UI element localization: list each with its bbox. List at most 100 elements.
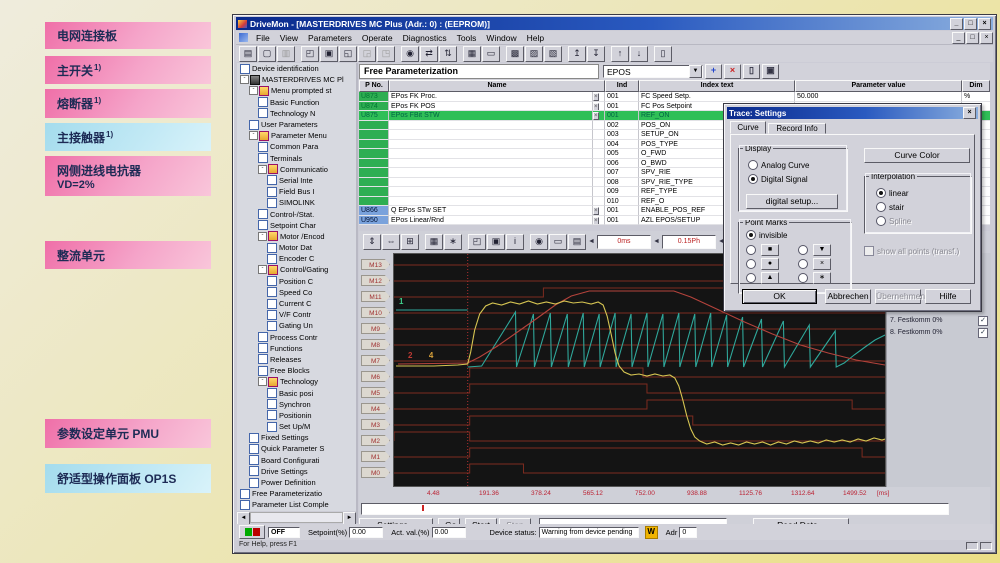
tree-item-label[interactable]: SIMOLINK	[279, 198, 315, 207]
tree-item-label[interactable]: Communicatio	[280, 165, 328, 174]
menu-item-parameters[interactable]: Parameters	[303, 33, 357, 43]
channel-tag-m3[interactable]: M3	[361, 419, 390, 430]
new-icon[interactable]: ▤	[239, 46, 257, 62]
legend-checkbox[interactable]: ✓	[978, 316, 988, 326]
page-icon[interactable]	[267, 388, 277, 398]
name-expand-cell[interactable]	[593, 197, 605, 207]
child-minimize-button[interactable]: _	[952, 32, 965, 44]
radio-mark-cross[interactable]: ×	[798, 258, 831, 270]
page-icon[interactable]	[258, 153, 268, 163]
page-icon[interactable]	[258, 366, 268, 376]
ind-cell[interactable]: 004	[605, 140, 639, 150]
toolbar-separator[interactable]	[606, 47, 610, 61]
panel-icon[interactable]: ▭	[482, 46, 500, 62]
page-icon[interactable]	[267, 287, 277, 297]
ind-cell[interactable]: 001	[605, 92, 639, 102]
name-expand-cell[interactable]: ×	[593, 216, 605, 226]
snapshot-icon[interactable]: ◉	[530, 234, 548, 250]
expand-button[interactable]: ×	[593, 207, 599, 215]
radio-mark-star[interactable]: ∗	[798, 272, 831, 284]
tree-item-label[interactable]: Synchron	[279, 400, 311, 409]
ind-cell[interactable]: 006	[605, 159, 639, 169]
channel-tag-m10[interactable]: M10	[361, 307, 390, 318]
column-header[interactable]: Ind	[605, 80, 639, 92]
component-label-text[interactable]: 整流单元	[57, 247, 105, 264]
run-icon[interactable]	[245, 528, 252, 536]
setpoint-field[interactable]: 0.00	[349, 527, 383, 538]
name-cell[interactable]	[389, 168, 593, 178]
tree-item-device-identification[interactable]: Device identification	[237, 63, 356, 74]
name-cell[interactable]	[389, 159, 593, 169]
channel-tag-m5[interactable]: M5	[361, 387, 390, 398]
tree-item-fixed-settings[interactable]: Fixed Settings	[237, 432, 356, 443]
pno-cell[interactable]	[359, 121, 389, 131]
x-tick-label[interactable]: 1125.76	[739, 490, 762, 497]
name-cell[interactable]: Q EPos STw SET	[389, 206, 593, 216]
index-text-cell[interactable]: FC Speed Setp.	[639, 92, 795, 102]
component-label-text[interactable]: 电网连接板	[57, 27, 117, 44]
expand-button[interactable]: ×	[593, 93, 599, 101]
grid-icon[interactable]: ▦	[425, 234, 443, 250]
toolbar-separator[interactable]	[458, 47, 462, 61]
minimize-button[interactable]: _	[950, 18, 963, 30]
chevron-down-icon[interactable]: ▼	[689, 65, 702, 78]
tree-item-process-contr[interactable]: Process Contr	[237, 332, 356, 343]
tree-item-free-blocks[interactable]: Free Blocks	[237, 365, 356, 376]
stop-icon[interactable]	[253, 528, 260, 536]
tree-item-free-parameterizatio[interactable]: Free Parameterizatio	[237, 488, 356, 499]
column-header[interactable]: Parameter value	[795, 80, 962, 92]
pno-cell[interactable]	[359, 149, 389, 159]
channel-tag-m8[interactable]: M8	[361, 339, 390, 350]
pno-cell[interactable]: U950	[359, 216, 389, 226]
tree-item-label[interactable]: Motor /Encod	[280, 232, 325, 241]
page-icon[interactable]	[267, 276, 277, 286]
tree-item-label[interactable]: Quick Parameter S	[261, 444, 324, 453]
component-label-text[interactable]: 熔断器1)	[57, 95, 101, 112]
tree-item-label[interactable]: Control-/Stat.	[270, 210, 314, 219]
tree-item-label[interactable]: User Parameters	[261, 120, 318, 129]
page-icon[interactable]	[267, 198, 277, 208]
tree-item-technology[interactable]: -Technology	[237, 376, 356, 387]
ind-cell[interactable]: 010	[605, 197, 639, 207]
expander-icon[interactable]: -	[258, 265, 267, 274]
param-down-icon[interactable]: ↓	[630, 46, 648, 62]
zoom-y-icon[interactable]: ⇕	[363, 234, 381, 250]
hilfe-button[interactable]: Hilfe	[925, 289, 971, 304]
tree-item-drive-settings[interactable]: Drive Settings	[237, 466, 356, 477]
tree-item-user-parameters[interactable]: User Parameters	[237, 119, 356, 130]
delta-icon[interactable]: ◄	[653, 238, 660, 245]
page-icon[interactable]	[267, 254, 277, 264]
merge-icon[interactable]: ▨	[525, 46, 543, 62]
close-button[interactable]: ×	[978, 18, 991, 30]
pno-cell[interactable]	[359, 159, 389, 169]
tree-item-gating-un[interactable]: Gating Un	[237, 320, 356, 331]
ind-cell[interactable]: 007	[605, 168, 639, 178]
tree-item-label[interactable]: Encoder C	[279, 254, 314, 263]
pno-cell[interactable]	[359, 178, 389, 188]
channel-tag-m11[interactable]: M11	[361, 291, 390, 302]
pno-cell[interactable]	[359, 168, 389, 178]
dt-field[interactable]: 0ms	[597, 235, 651, 249]
tree-item-label[interactable]: V/F Contr	[279, 310, 311, 319]
tree-item-label[interactable]: Menu prompted st	[271, 86, 331, 95]
name-expand-cell[interactable]	[593, 187, 605, 197]
info-icon[interactable]: i	[506, 234, 524, 250]
trace-down-icon[interactable]: ↧	[587, 46, 605, 62]
menu-item-diagnostics[interactable]: Diagnostics	[398, 33, 452, 43]
pno-cell[interactable]	[359, 140, 389, 150]
name-cell[interactable]	[389, 140, 593, 150]
component-label[interactable]: 主接触器1)	[45, 123, 211, 151]
pno-cell[interactable]	[359, 130, 389, 140]
legend-entry[interactable]: 8. Festkomm 0%✓	[890, 327, 988, 338]
add-button[interactable]: +	[705, 64, 722, 79]
menu-item-operate[interactable]: Operate	[357, 33, 398, 43]
toolbar-separator[interactable]	[501, 47, 505, 61]
pno-cell[interactable]: U874	[359, 102, 389, 112]
open-trace-icon[interactable]: ◰	[468, 234, 486, 250]
component-label[interactable]: 舒适型操作面板 OP1S	[45, 464, 211, 493]
name-expand-cell[interactable]	[593, 168, 605, 178]
name-cell[interactable]	[389, 130, 593, 140]
trace-up-icon[interactable]: ↥	[568, 46, 586, 62]
folder-icon[interactable]	[268, 231, 278, 241]
page-icon[interactable]	[258, 108, 268, 118]
